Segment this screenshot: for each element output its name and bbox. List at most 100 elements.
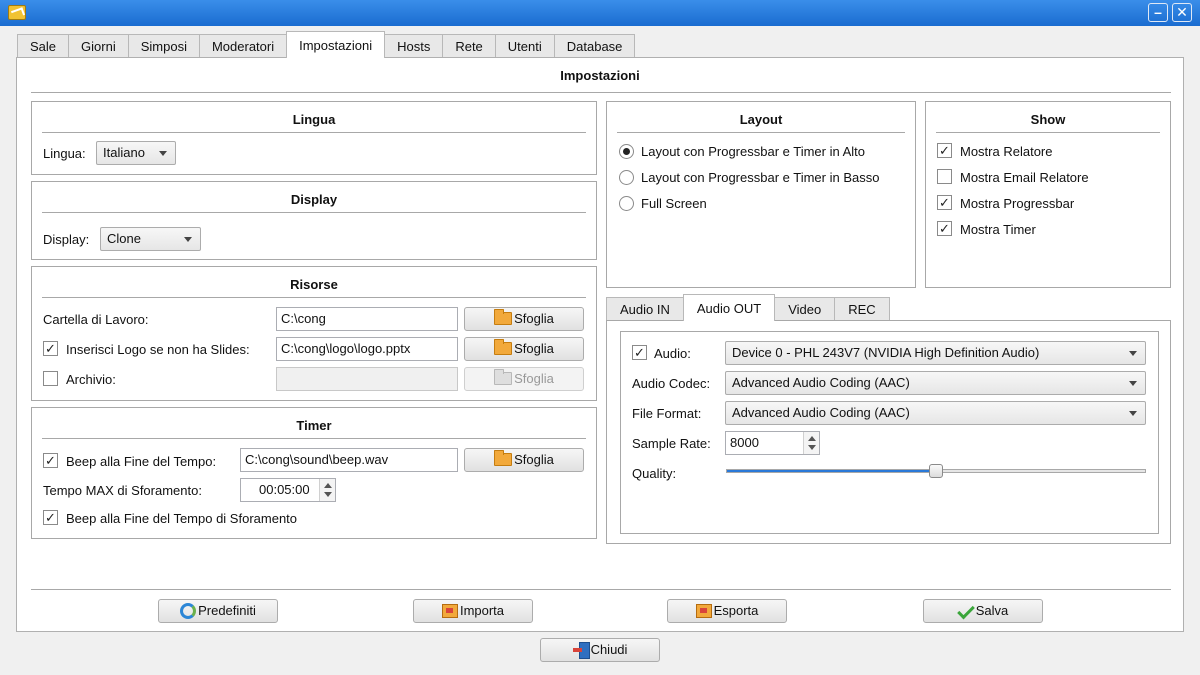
footer-divider [31, 589, 1171, 590]
risorse-divider [42, 297, 586, 298]
import-icon [441, 603, 458, 618]
archivio-browse-button[interactable]: Sfoglia [464, 367, 584, 391]
show-progressbar-checkbox[interactable]: ✓ [937, 195, 952, 210]
esporta-label: Esporta [713, 603, 759, 618]
archivio-field[interactable] [276, 367, 458, 391]
salva-button[interactable]: Salva [923, 599, 1043, 623]
audio-device-select[interactable]: Device 0 - PHL 243V7 (NVIDIA High Defini… [725, 341, 1146, 365]
logo-checkbox[interactable]: ✓ [43, 341, 58, 356]
audio-device-value: Device 0 - PHL 243V7 (NVIDIA High Defini… [732, 345, 1040, 360]
tab-moderatori[interactable]: Moderatori [198, 34, 288, 58]
logo-browse-label: Sfoglia [514, 341, 554, 356]
tab-giorni[interactable]: Giorni [68, 34, 129, 58]
spinner-arrows[interactable] [319, 479, 335, 501]
quality-slider-thumb[interactable] [929, 464, 943, 478]
chevron-down-icon [184, 237, 192, 242]
importa-button[interactable]: Importa [413, 599, 533, 623]
spinner-arrows[interactable] [803, 432, 819, 454]
tab-impostazioni[interactable]: Impostazioni [286, 31, 386, 58]
max-time-value: 00:05:00 [259, 482, 310, 497]
settings-panel: Impostazioni Lingua Lingua: Italiano Dis… [16, 57, 1184, 632]
lingua-title: Lingua [292, 112, 336, 127]
folder-icon [494, 339, 513, 356]
main-tabs: Sale Giorni Simposi Moderatori Impostazi… [17, 31, 636, 58]
display-select-value: Clone [107, 231, 141, 246]
beep-checkbox[interactable]: ✓ [43, 453, 58, 468]
close-button[interactable]: ✕ [1172, 3, 1192, 22]
show-title: Show [1030, 112, 1066, 127]
show-timer-label: Mostra Timer [960, 222, 1036, 237]
format-label: File Format: [632, 406, 702, 421]
layout-title: Layout [739, 112, 783, 127]
predefiniti-button[interactable]: Predefiniti [158, 599, 278, 623]
display-select[interactable]: Clone [100, 227, 201, 251]
codec-value: Advanced Audio Coding (AAC) [732, 375, 910, 390]
rate-value: 8000 [730, 435, 759, 450]
audio-out-inner: ✓ Audio: Device 0 - PHL 243V7 (NVIDIA Hi… [620, 331, 1159, 534]
tab-utenti[interactable]: Utenti [494, 34, 555, 58]
tab-rete[interactable]: Rete [442, 34, 496, 58]
archivio-checkbox[interactable] [43, 371, 58, 386]
lingua-select[interactable]: Italiano [96, 141, 176, 165]
logo-field[interactable]: C:\cong\logo\logo.pptx [276, 337, 458, 361]
esporta-button[interactable]: Esporta [667, 599, 787, 623]
layout-option-fullscreen: Full Screen [641, 196, 707, 211]
lingua-divider [42, 132, 586, 133]
beep-over-checkbox[interactable]: ✓ [43, 510, 58, 525]
arrow-down-icon [324, 492, 332, 497]
cartella-browse-button[interactable]: Sfoglia [464, 307, 584, 331]
layout-radio-fullscreen[interactable] [619, 196, 634, 211]
layout-radio-bottom[interactable] [619, 170, 634, 185]
lingua-group: Lingua Lingua: Italiano [31, 101, 597, 175]
timer-title: Timer [296, 418, 332, 433]
tab-rec[interactable]: REC [834, 297, 890, 321]
chevron-down-icon [1129, 351, 1137, 356]
beep-file-field[interactable]: C:\cong\sound\beep.wav [240, 448, 458, 472]
risorse-group: Risorse Cartella di Lavoro: C:\cong Sfog… [31, 266, 597, 401]
tab-audio-out[interactable]: Audio OUT [682, 294, 776, 321]
lingua-label: Lingua: [43, 146, 86, 161]
logo-label: Inserisci Logo se non ha Slides: [66, 342, 250, 357]
layout-radio-top[interactable] [619, 144, 634, 159]
chevron-down-icon [1129, 381, 1137, 386]
max-time-spinner[interactable]: 00:05:00 [240, 478, 336, 502]
arrow-down-icon [808, 445, 816, 450]
audio-out-panel: ✓ Audio: Device 0 - PHL 243V7 (NVIDIA Hi… [606, 320, 1171, 544]
show-group: Show ✓ Mostra Relatore Mostra Email Rela… [925, 101, 1171, 288]
minimize-button[interactable]: – [1148, 3, 1168, 22]
tab-hosts[interactable]: Hosts [384, 34, 444, 58]
show-email-checkbox[interactable] [937, 169, 952, 184]
tab-video[interactable]: Video [774, 297, 836, 321]
tab-database[interactable]: Database [553, 34, 636, 58]
refresh-icon [180, 602, 197, 619]
logo-browse-button[interactable]: Sfoglia [464, 337, 584, 361]
format-select[interactable]: Advanced Audio Coding (AAC) [725, 401, 1146, 425]
title-divider [31, 92, 1171, 93]
display-divider [42, 212, 586, 213]
predefiniti-label: Predefiniti [198, 603, 256, 618]
format-value: Advanced Audio Coding (AAC) [732, 405, 910, 420]
chevron-down-icon [159, 151, 167, 156]
codec-select[interactable]: Advanced Audio Coding (AAC) [725, 371, 1146, 395]
layout-divider [617, 132, 905, 133]
cartella-field[interactable]: C:\cong [276, 307, 458, 331]
arrow-up-icon [808, 436, 816, 441]
beep-browse-button[interactable]: Sfoglia [464, 448, 584, 472]
display-label: Display: [43, 232, 90, 247]
tab-simposi[interactable]: Simposi [127, 34, 200, 58]
cartella-browse-label: Sfoglia [514, 311, 554, 326]
rate-spinner[interactable]: 8000 [725, 431, 820, 455]
exit-icon [572, 641, 590, 659]
arrow-up-icon [324, 483, 332, 488]
tab-sale[interactable]: Sale [17, 34, 70, 58]
importa-label: Importa [459, 603, 505, 618]
chevron-down-icon [1129, 411, 1137, 416]
chiudi-button[interactable]: Chiudi [540, 638, 660, 662]
timer-group: Timer ✓ Beep alla Fine del Tempo: C:\con… [31, 407, 597, 539]
max-time-label: Tempo MAX di Sforamento: [43, 483, 202, 498]
tab-audio-in[interactable]: Audio IN [606, 297, 684, 321]
show-relatore-checkbox[interactable]: ✓ [937, 143, 952, 158]
show-email-label: Mostra Email Relatore [960, 170, 1089, 185]
audio-checkbox[interactable]: ✓ [632, 345, 647, 360]
show-timer-checkbox[interactable]: ✓ [937, 221, 952, 236]
